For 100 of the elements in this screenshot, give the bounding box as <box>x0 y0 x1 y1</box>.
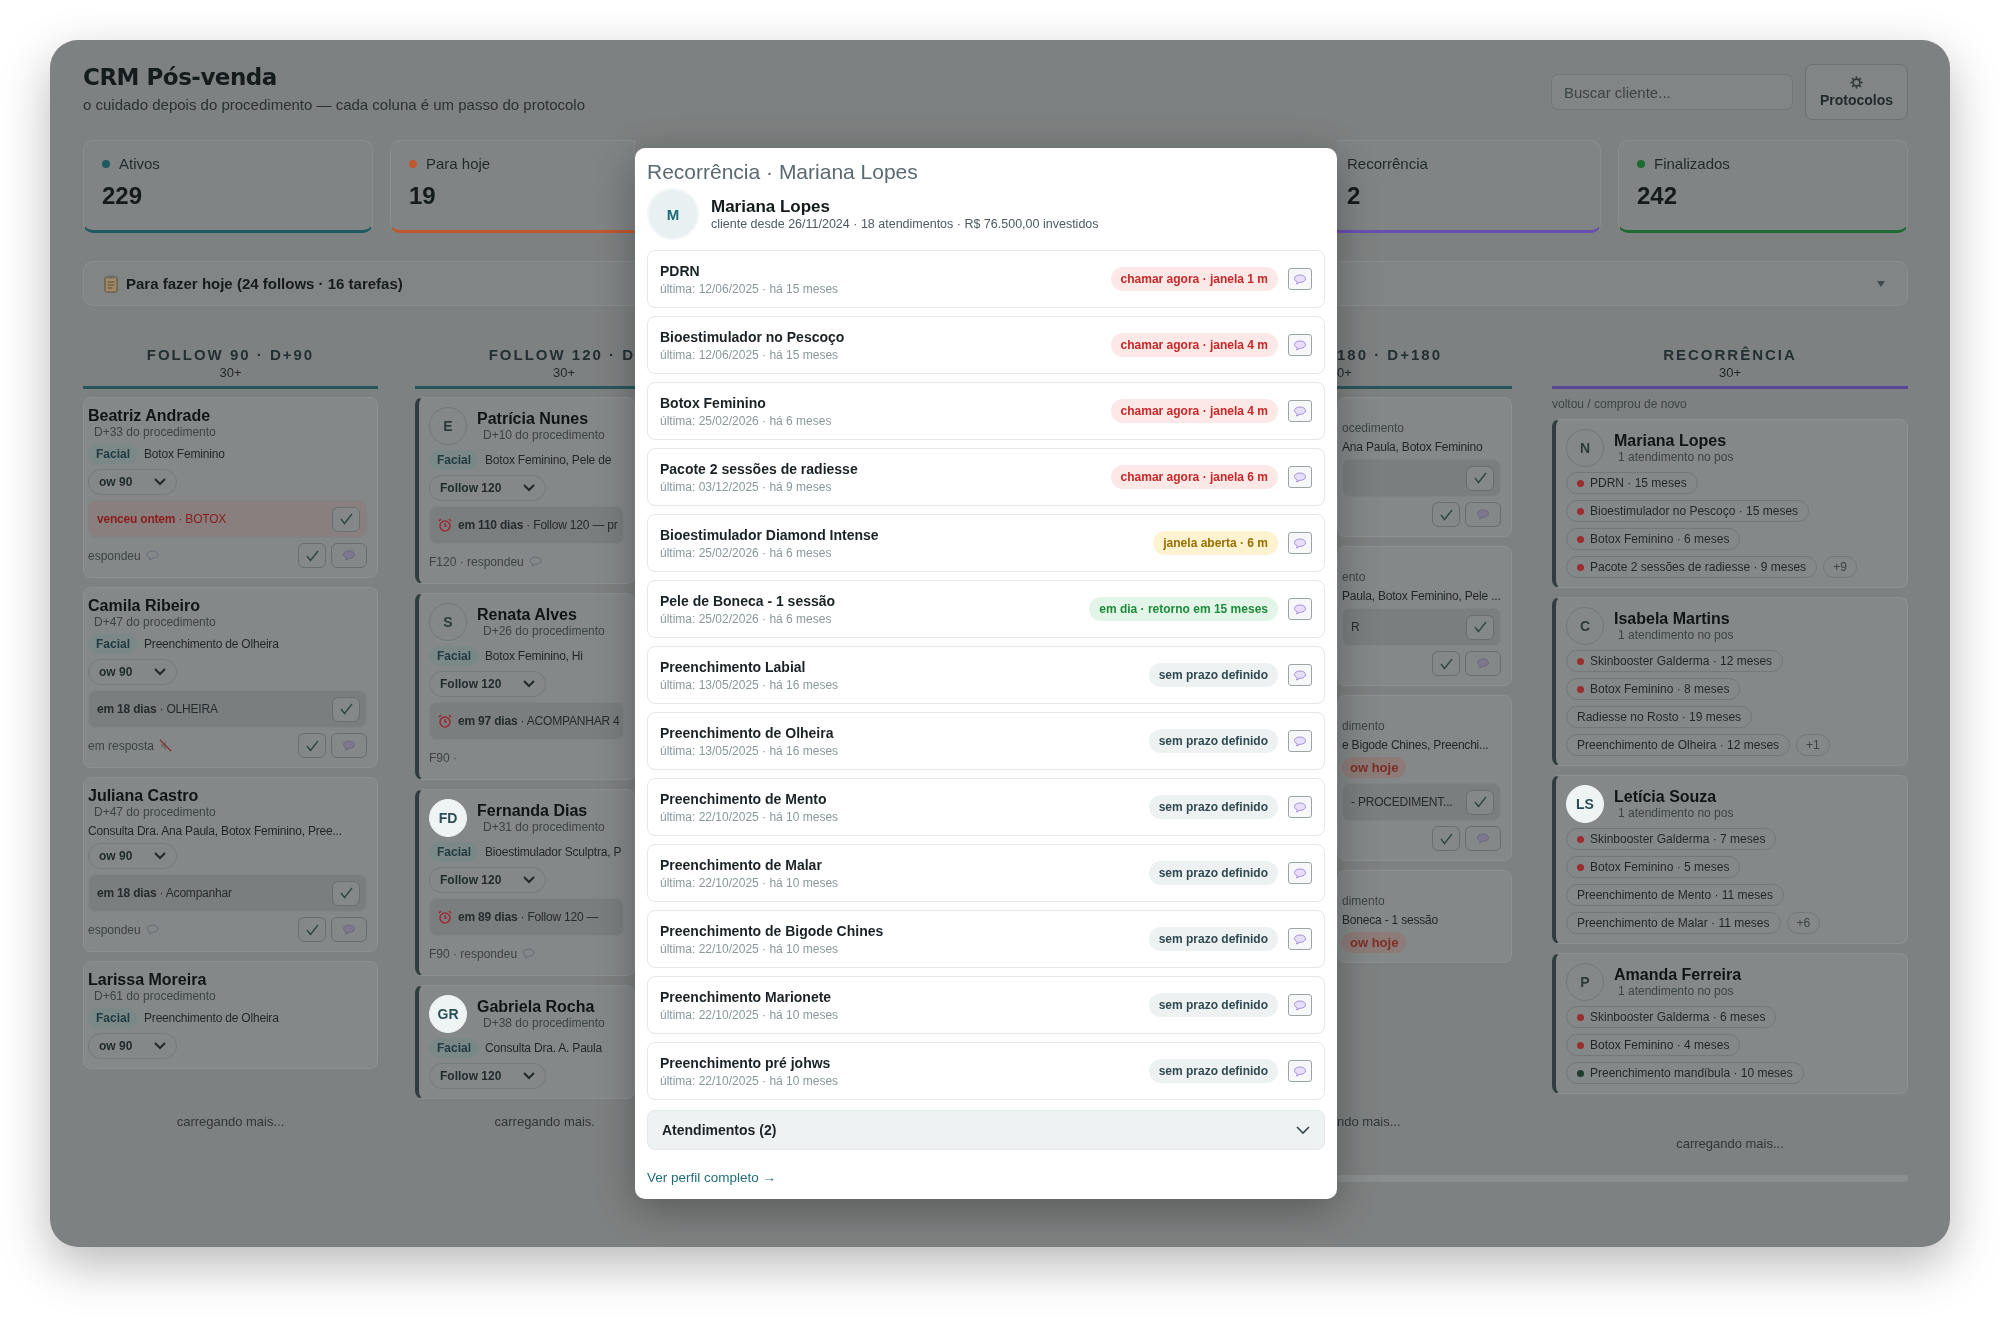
client-name: Amanda Ferreira <box>1614 966 1742 984</box>
speech-bubble-icon <box>1293 537 1307 549</box>
client-name: Gabriela Rocha <box>477 998 596 1016</box>
stat-label: Ativos <box>119 155 160 172</box>
protocols-button[interactable]: Protocolos <box>1805 64 1908 120</box>
client-card[interactable]: Beatriz Andrade D+33 do procedimento Facial Botox Feminino ow 90 venceu ontem · BOTOX espondeu <box>83 397 378 578</box>
procedure-days: D+10 do procedimento <box>477 428 605 442</box>
check-button[interactable] <box>298 733 326 758</box>
due-badge: ow hoje <box>1342 932 1407 953</box>
check-button[interactable] <box>1466 614 1494 640</box>
client-card[interactable]: Larissa Moreira D+61 do procedimento Facial Preenchimento de Olheira ow 90 <box>83 961 378 1069</box>
message-button[interactable] <box>1288 400 1312 422</box>
client-card[interactable]: dimento Boneca - 1 sessão ow hoje <box>1337 870 1512 963</box>
stage-select[interactable]: ow 90 <box>88 659 178 685</box>
message-button[interactable] <box>1288 598 1312 620</box>
client-name: Mariana Lopes <box>1614 432 1728 450</box>
status-badge: chamar agora · janela 6 m <box>1110 465 1278 489</box>
message-button[interactable] <box>1288 928 1312 950</box>
check-button[interactable] <box>332 696 360 722</box>
dialog-title: Recorrência · Mariana Lopes <box>647 160 918 184</box>
stage-select[interactable]: Follow 120 <box>429 867 547 893</box>
procedure-days: dimento <box>1342 719 1501 733</box>
client-card[interactable]: ento Paula, Botox Feminino, Pele ... R <box>1337 546 1512 686</box>
message-button[interactable] <box>1465 651 1501 676</box>
todo-bar[interactable] <box>1337 261 1908 306</box>
check-button[interactable] <box>332 506 360 532</box>
stage-select[interactable]: ow 90 <box>88 469 178 495</box>
message-button[interactable] <box>1288 796 1312 818</box>
check-button[interactable] <box>1432 826 1460 851</box>
client-card[interactable]: ocedimento Ana Paula, Botox Feminino <box>1337 397 1512 537</box>
checkmark-icon <box>339 703 353 715</box>
client-card[interactable]: C Isabela Martins 1 atendimento no pos Skinbooster Galderma · 12 meses Botox Feminino · 8 meses Radiesse no Rosto · 19 meses Preenchimento de Olheira · 12 meses +1 <box>1552 597 1908 766</box>
task-text: em 89 dias · Follow 120 — <box>458 910 600 924</box>
procedure-list: e Bigode Chines, Preenchi... <box>1342 738 1489 752</box>
check-button[interactable] <box>1432 651 1460 676</box>
client-card[interactable]: S Renata Alves D+26 do procedimento Facial Botox Feminino, Hi Follow 120 em 97 dias · ACOMPANHAR 4 F90 · <box>415 593 635 780</box>
client-card[interactable]: FD Fernanda Dias D+31 do procedimento Facial Bioestimulador Sculptra, P Follow 120 em 89 dias · Follow 120 — F90 · respondeu <box>415 789 635 976</box>
history-accordion[interactable]: Atendimentos (2) <box>647 1110 1325 1150</box>
client-card[interactable]: GR Gabriela Rocha D+38 do procedimento Facial Consulta Dra. A. Paula Follow 120 <box>415 985 635 1099</box>
stage-select[interactable]: Follow 120 <box>429 1063 547 1089</box>
message-button[interactable] <box>331 543 367 568</box>
avatar: S <box>429 603 467 641</box>
speech-bubble-icon <box>1293 867 1307 879</box>
category-tag: Facial <box>88 634 139 654</box>
last-visit: última: 22/10/2025 · há 10 meses <box>660 941 840 956</box>
last-visit: última: 22/10/2025 · há 10 meses <box>660 1007 840 1022</box>
last-visit: última: 12/06/2025 · há 15 meses <box>660 281 840 296</box>
last-visit: última: 13/05/2025 · há 16 meses <box>660 743 840 758</box>
check-button[interactable] <box>298 917 326 942</box>
message-button[interactable] <box>1288 532 1312 554</box>
message-button[interactable] <box>331 733 367 758</box>
client-card[interactable]: P Amanda Ferreira 1 atendimento no pos Skinbooster Galderma · 6 meses Botox Feminino · 4 meses Preenchimento mandíbula · 10 meses <box>1552 953 1908 1094</box>
message-button[interactable] <box>1288 994 1312 1016</box>
client-card[interactable]: Juliana Castro D+47 do procedimento Consulta Dra. Ana Paula, Botox Feminino, Pree... ow 90 em 18 dias · Acompanhar espondeu <box>83 777 378 952</box>
profile-link[interactable]: Ver perfil completo → <box>647 1170 777 1185</box>
message-button[interactable] <box>1288 466 1312 488</box>
client-card[interactable]: N Mariana Lopes 1 atendimento no pos PDRN · 15 meses Bioestimulador no Pescoço · 15 meses Botox Feminino · 6 meses Pacote 2 sessões de radiesse · 9 meses +9 <box>1552 419 1908 588</box>
speech-bubble-icon <box>1293 603 1307 615</box>
stage-select[interactable]: ow 90 <box>88 1033 178 1059</box>
procedure-days: dimento <box>1342 894 1501 908</box>
speech-bubble-icon <box>1293 405 1307 417</box>
message-button[interactable] <box>1465 826 1501 851</box>
client-card[interactable]: LS Letícia Souza 1 atendimento no pos Skinbooster Galderma · 7 meses Botox Feminino · 5 meses Preenchimento de Mento · 11 meses Preenchimento de Malar · 11 meses +6 <box>1552 775 1908 944</box>
chevron-down-icon <box>154 852 167 860</box>
stage-select[interactable]: Follow 120 <box>429 671 547 697</box>
horizontal-scrollbar[interactable] <box>1337 1175 1908 1182</box>
procedure-days: D+47 do procedimento <box>88 805 216 819</box>
todo-title: Para fazer hoje (24 follows · 16 tarefas) <box>126 275 403 292</box>
procedure-list: Boneca - 1 sessão <box>1342 913 1438 927</box>
speech-bubble-icon <box>342 740 356 751</box>
client-card[interactable]: Camila Ribeiro D+47 do procedimento Facial Preenchimento de Olheira ow 90 em 18 dias · OLHEIRA em resposta <box>83 587 378 768</box>
stage-select[interactable]: ow 90 <box>88 843 178 869</box>
stage-select[interactable]: Follow 120 <box>429 475 547 501</box>
message-button[interactable] <box>1288 664 1312 686</box>
check-button[interactable] <box>1432 502 1460 527</box>
speech-bubble-icon <box>1476 658 1490 669</box>
checkmark-icon <box>1439 508 1453 521</box>
message-button[interactable] <box>1288 730 1312 752</box>
client-card[interactable]: E Patrícia Nunes D+10 do procedimento Facial Botox Feminino, Pele de Follow 120 em 110 dias · Follow 120 — pr F120 · respondeu <box>415 397 635 584</box>
message-button[interactable] <box>1288 862 1312 884</box>
todo-bar[interactable]: Para fazer hoje (24 follows · 16 tarefas) <box>83 261 635 306</box>
message-button[interactable] <box>1465 502 1501 527</box>
check-button[interactable] <box>1466 789 1494 815</box>
procedure-days: D+26 do procedimento <box>477 624 605 638</box>
speech-bubble-icon <box>1293 273 1307 285</box>
search-field[interactable]: Buscar cliente... <box>1551 74 1793 110</box>
speech-bubble-icon <box>145 924 159 935</box>
check-button[interactable] <box>1466 465 1494 491</box>
status-badge: sem prazo definido <box>1148 993 1278 1017</box>
check-button[interactable] <box>332 880 360 906</box>
task-text: venceu ontem · BOTOX <box>97 512 228 526</box>
message-button[interactable] <box>1288 268 1312 290</box>
category-tag: Facial <box>429 842 480 862</box>
message-button[interactable] <box>331 917 367 942</box>
procedure-name: Preenchimento de Malar <box>660 856 823 873</box>
message-button[interactable] <box>1288 1060 1312 1082</box>
message-button[interactable] <box>1288 334 1312 356</box>
status-badge: sem prazo definido <box>1148 927 1278 951</box>
check-button[interactable] <box>298 543 326 568</box>
client-card[interactable]: dimento e Bigode Chines, Preenchi... ow hoje - PROCEDIMENT... <box>1337 695 1512 861</box>
